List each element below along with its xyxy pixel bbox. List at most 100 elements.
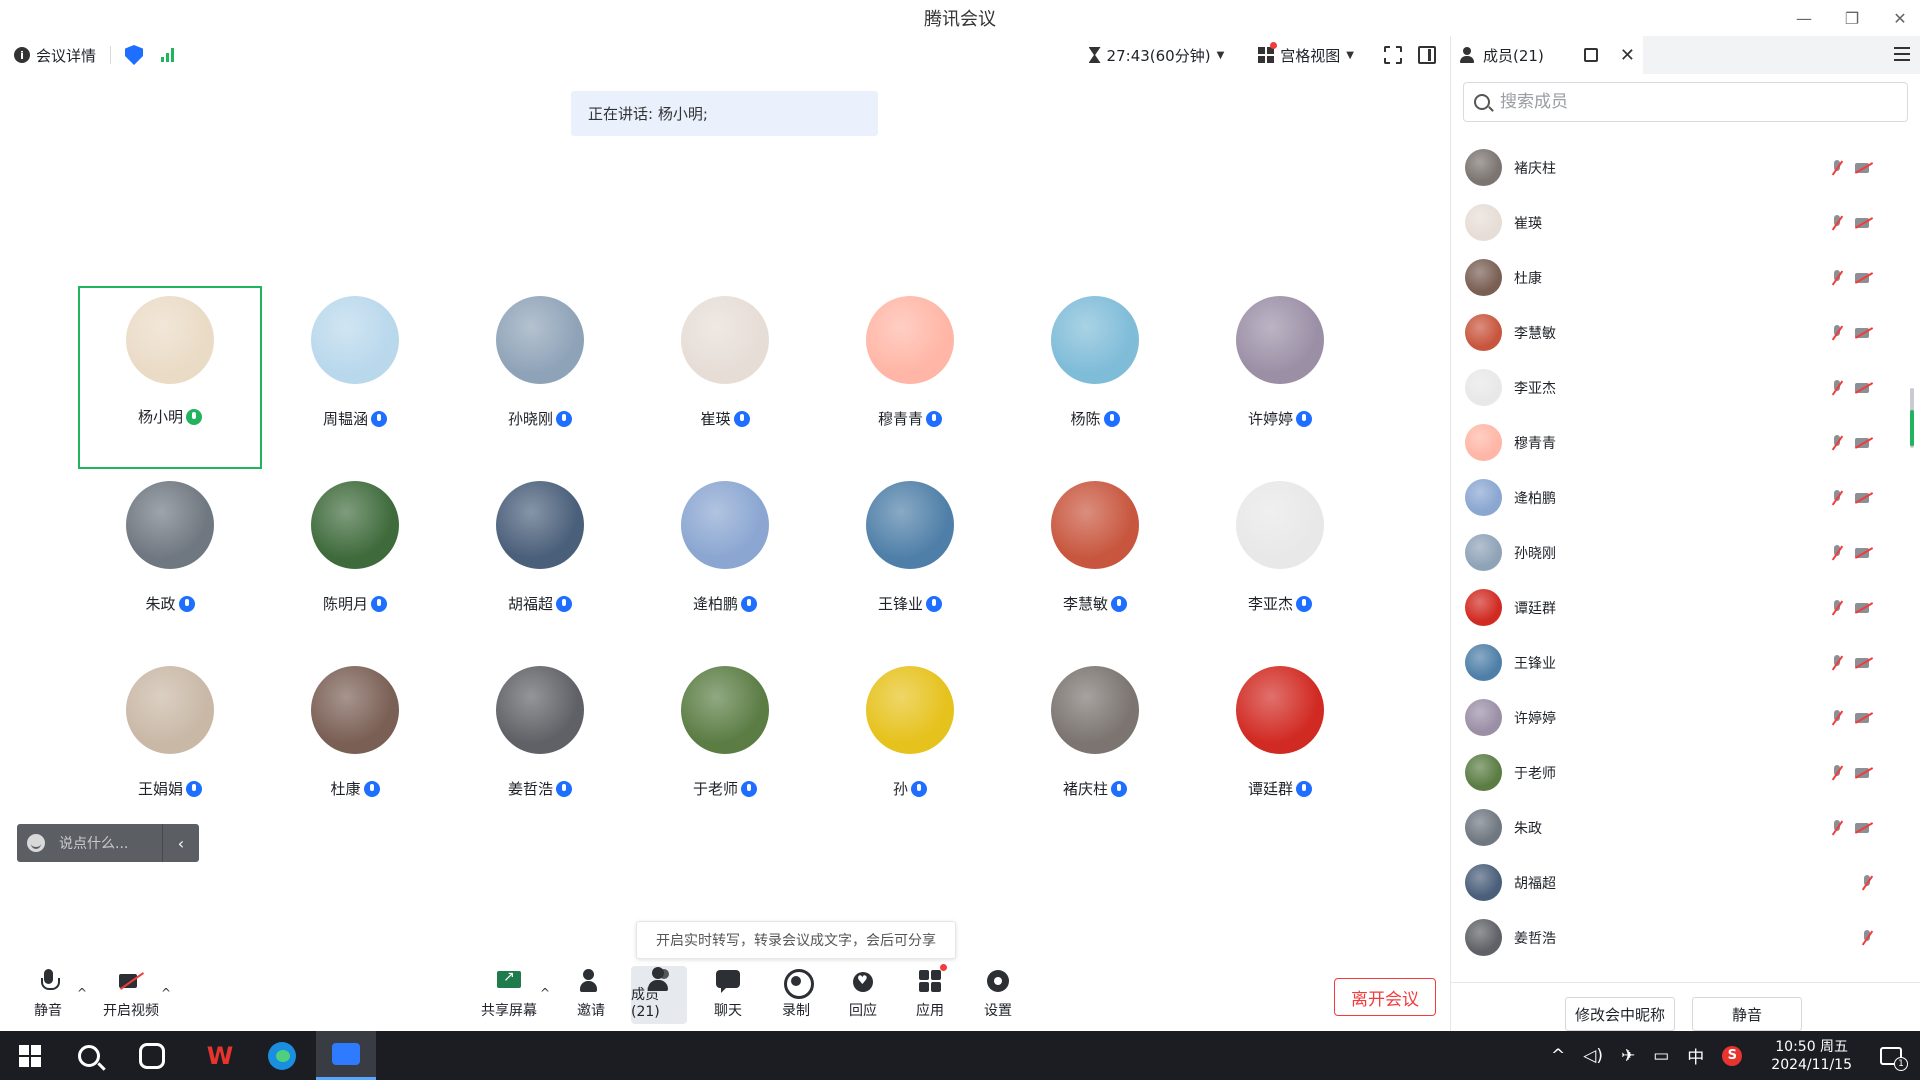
mic-off-icon[interactable] <box>1830 764 1844 782</box>
record-button[interactable]: 录制 <box>778 966 814 1024</box>
leave-meeting-button[interactable]: 离开会议 <box>1334 978 1436 1016</box>
mic-off-icon[interactable] <box>1830 214 1844 232</box>
rename-button[interactable]: 修改会中昵称 <box>1565 997 1675 1031</box>
camera-off-icon[interactable] <box>1854 216 1874 230</box>
mic-off-icon[interactable] <box>1830 819 1844 837</box>
mic-off-icon[interactable] <box>1830 434 1844 452</box>
participant-tile[interactable]: 孙晓刚 <box>448 286 632 469</box>
notification-icon[interactable]: 1 <box>1880 1046 1908 1071</box>
close-icon[interactable]: ✕ <box>1890 9 1910 28</box>
participant-tile[interactable]: 李慧敏 <box>1003 471 1187 654</box>
member-row[interactable]: 李慧敏 <box>1451 305 1907 360</box>
chevron-left-icon[interactable]: ‹ <box>163 834 199 853</box>
participant-tile[interactable]: 孙 <box>818 656 1002 839</box>
mic-off-icon[interactable] <box>1830 379 1844 397</box>
camera-off-icon[interactable] <box>1854 656 1874 670</box>
taskbar-wps[interactable]: W <box>203 1039 237 1073</box>
member-row[interactable]: 穆青青 <box>1451 415 1907 470</box>
invite-button[interactable]: 邀请 <box>573 966 609 1024</box>
taskbar-app-1[interactable] <box>135 1039 169 1073</box>
close-panel-icon[interactable]: ✕ <box>1620 45 1635 66</box>
chevron-up-icon[interactable]: ^ <box>540 986 550 1000</box>
member-row[interactable]: 王锋业 <box>1451 635 1907 690</box>
participant-tile[interactable]: 褚庆柱 <box>1003 656 1187 839</box>
mic-off-icon[interactable] <box>1830 269 1844 287</box>
tab-members[interactable]: 成员(21) ✕ <box>1451 36 1643 74</box>
member-row[interactable]: 褚庆柱 <box>1451 140 1907 195</box>
member-row[interactable]: 崔瑛 <box>1451 195 1907 250</box>
taskbar-tencent-meeting[interactable] <box>316 1031 376 1080</box>
participant-tile[interactable]: 逄柏鹏 <box>633 471 817 654</box>
camera-off-icon[interactable] <box>1854 436 1874 450</box>
participant-tile[interactable]: 杨小明 <box>78 286 262 469</box>
chat-button[interactable]: 聊天 <box>710 966 746 1024</box>
airplane-icon[interactable]: ✈ <box>1621 1046 1635 1066</box>
chat-placeholder[interactable]: 说点什么... <box>59 833 128 853</box>
member-row[interactable]: 谭廷群 <box>1451 580 1907 635</box>
search-input[interactable] <box>1500 92 1880 112</box>
popout-icon[interactable] <box>1583 48 1598 62</box>
mic-off-icon[interactable] <box>1860 929 1874 947</box>
emoji-icon[interactable] <box>27 834 45 852</box>
menu-icon[interactable] <box>1894 47 1910 61</box>
member-row[interactable]: 孙晓刚 <box>1451 525 1907 580</box>
apps-button[interactable]: 应用 <box>912 964 948 1024</box>
camera-off-icon[interactable] <box>1854 711 1874 725</box>
taskbar-edge[interactable] <box>265 1039 299 1073</box>
members-button[interactable]: 成员(21) <box>631 966 687 1024</box>
member-row[interactable]: 逄柏鹏 <box>1451 470 1907 525</box>
participant-tile[interactable]: 许婷婷 <box>1188 286 1372 469</box>
signal-icon[interactable] <box>161 48 175 62</box>
participant-tile[interactable]: 周韫涵 <box>263 286 447 469</box>
share-screen-button[interactable]: 共享屏幕 <box>480 966 538 1024</box>
ime-indicator[interactable]: 中 <box>1687 1043 1704 1068</box>
clock[interactable]: 10:50 周五 2024/11/15 <box>1771 1038 1852 1074</box>
mic-off-icon[interactable] <box>1830 159 1844 177</box>
shield-icon[interactable] <box>125 45 144 65</box>
member-row[interactable]: 胡福超 <box>1451 855 1907 910</box>
participant-tile[interactable]: 穆青青 <box>818 286 1002 469</box>
sidebar-toggle-icon[interactable] <box>1418 46 1436 64</box>
mic-off-icon[interactable] <box>1830 544 1844 562</box>
participant-tile[interactable]: 王娟娟 <box>78 656 262 839</box>
fullscreen-icon[interactable] <box>1384 46 1402 64</box>
taskbar-search[interactable] <box>72 1039 106 1073</box>
mute-button[interactable]: 静音 <box>28 966 68 1024</box>
participant-tile[interactable]: 姜哲浩 <box>448 656 632 839</box>
participant-tile[interactable]: 杜康 <box>263 656 447 839</box>
member-row[interactable]: 杜康 <box>1451 250 1907 305</box>
start-button[interactable] <box>13 1039 47 1073</box>
participant-tile[interactable]: 谭廷群 <box>1188 656 1372 839</box>
start-video-button[interactable]: 开启视频 <box>101 966 161 1024</box>
member-row[interactable]: 于老师 <box>1451 745 1907 800</box>
participant-tile[interactable]: 于老师 <box>633 656 817 839</box>
chevron-up-icon[interactable]: ^ <box>1551 1046 1565 1066</box>
camera-off-icon[interactable] <box>1854 381 1874 395</box>
transcription-tooltip[interactable]: 开启实时转写，转录会议成文字，会后可分享 <box>636 921 956 959</box>
participant-tile[interactable]: 陈明月 <box>263 471 447 654</box>
chevron-up-icon[interactable]: ^ <box>77 986 87 1000</box>
camera-off-icon[interactable] <box>1854 271 1874 285</box>
camera-off-icon[interactable] <box>1854 161 1874 175</box>
camera-off-icon[interactable] <box>1854 766 1874 780</box>
settings-button[interactable]: 设置 <box>980 966 1016 1024</box>
camera-off-icon[interactable] <box>1854 546 1874 560</box>
member-search[interactable] <box>1463 82 1908 122</box>
member-row[interactable]: 李亚杰 <box>1451 360 1907 415</box>
participant-tile[interactable]: 崔瑛 <box>633 286 817 469</box>
member-row[interactable]: 许婷婷 <box>1451 690 1907 745</box>
camera-off-icon[interactable] <box>1854 601 1874 615</box>
volume-icon[interactable]: ◁) <box>1583 1046 1603 1066</box>
camera-off-icon[interactable] <box>1854 326 1874 340</box>
chevron-up-icon[interactable]: ^ <box>161 986 171 1000</box>
sogou-icon[interactable]: S <box>1722 1045 1743 1066</box>
view-mode-button[interactable]: 宫格视图 ▼ <box>1258 41 1354 66</box>
meeting-timer[interactable]: 27:43(60分钟) ▼ <box>1088 45 1224 66</box>
participant-tile[interactable]: 李亚杰 <box>1188 471 1372 654</box>
mute-all-button[interactable]: 静音 <box>1692 997 1802 1031</box>
meeting-info-button[interactable]: i 会议详情 <box>14 45 96 66</box>
mic-off-icon[interactable] <box>1830 599 1844 617</box>
participant-tile[interactable]: 朱政 <box>78 471 262 654</box>
react-button[interactable]: 回应 <box>845 966 881 1024</box>
quick-chat-box[interactable]: 说点什么... ‹ <box>17 824 199 862</box>
